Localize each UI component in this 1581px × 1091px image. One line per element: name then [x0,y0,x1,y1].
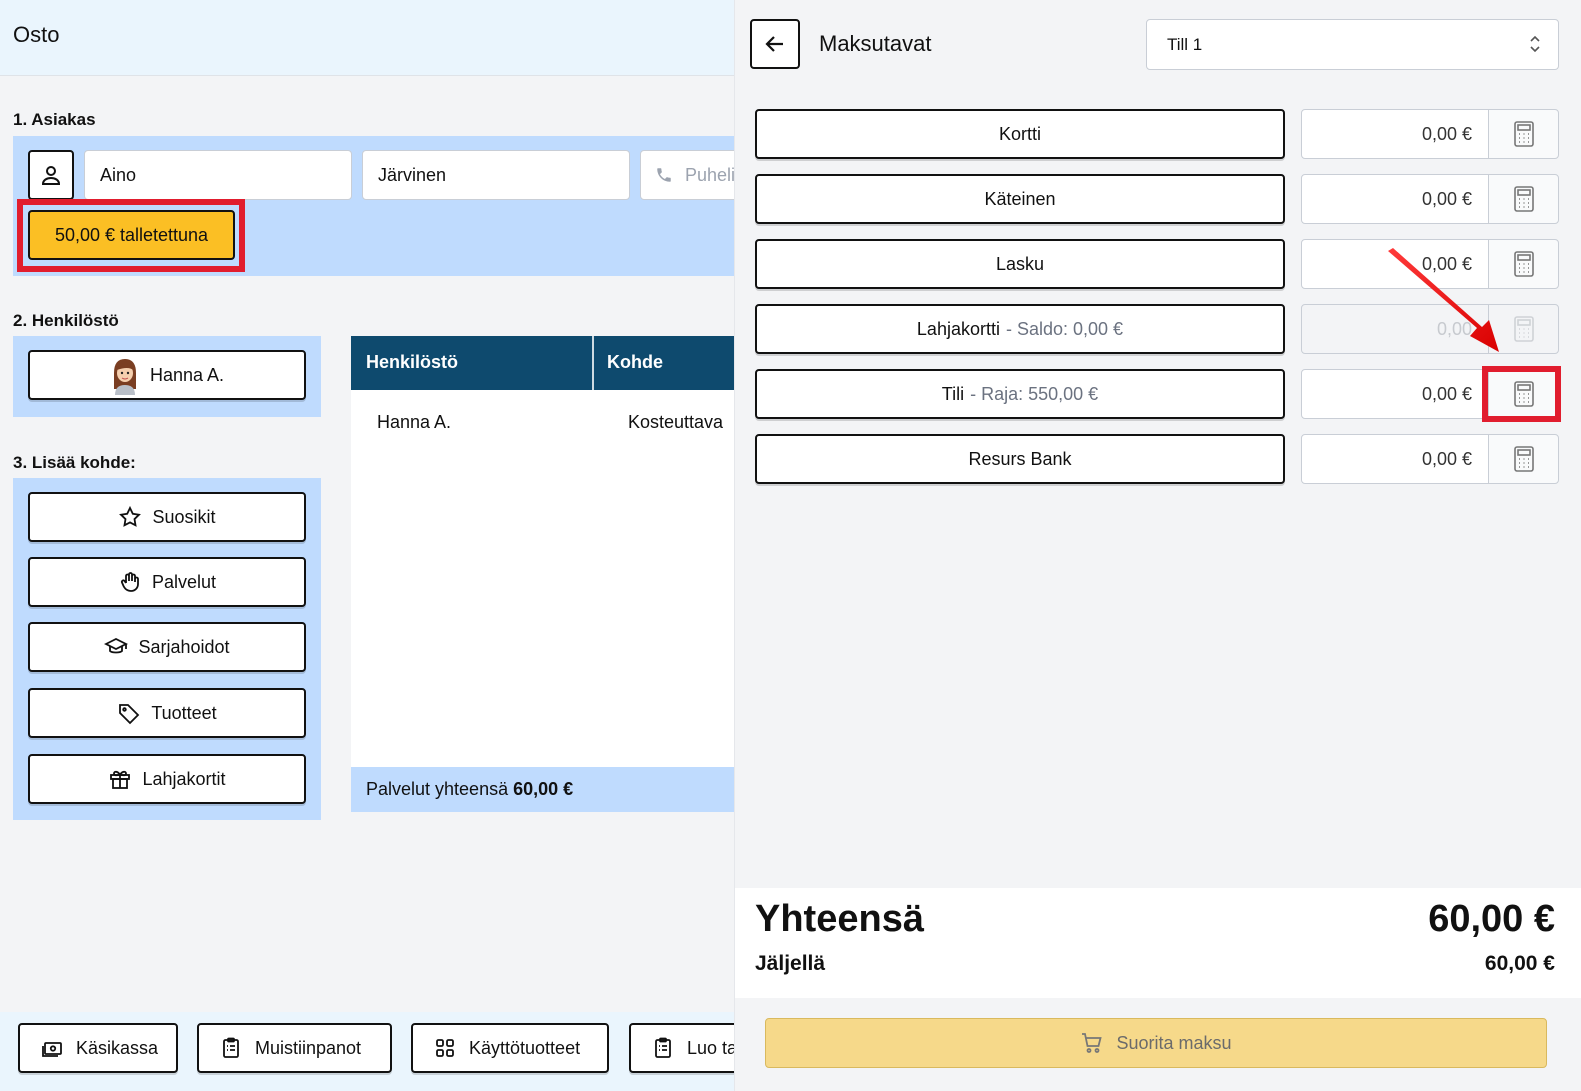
phone-icon [657,168,671,182]
card-calculator-button[interactable] [1488,109,1559,159]
account-limit: - Raja: 550,00 € [970,383,1099,404]
remaining-label: Jäljellä [755,952,826,975]
tag-icon [119,704,140,725]
graduation-cap-icon [104,637,129,654]
cash-icon [42,1042,62,1057]
payment-methods-panel: Maksutavat Till 1 Kortti 0,00 € Käteinen… [734,0,1581,1091]
calculator-icon [1513,446,1534,472]
card-amount-field[interactable]: 0,00 € [1301,109,1489,159]
column-divider [592,336,594,390]
payment-method-account-button[interactable]: Tili - Raja: 550,00 € [755,369,1285,419]
till-select-value: Till 1 [1167,35,1203,54]
calculator-icon [1513,316,1534,342]
payment-method-gift-card-button[interactable]: Lahjakortti - Saldo: 0,00 € [755,304,1285,354]
notes-button[interactable]: Muistiinpanot [197,1023,392,1073]
table-footer: Palvelut yhteensä 60,00 € [351,767,740,812]
deposit-highlight-box [17,199,245,272]
staff-section-label: 2. Henkilöstö [13,311,119,330]
payment-method-card-button[interactable]: Kortti [755,109,1285,159]
cash-register-button[interactable]: Käsikassa [18,1023,178,1073]
payment-method-cash-button[interactable]: Käteinen [755,174,1285,224]
products-label: Tuotteet [151,702,217,723]
page-title: Osto [13,22,60,47]
clipboard-icon [655,1037,671,1058]
user-icon [41,166,61,185]
payment-method-label: Lahjakortti [916,318,1000,339]
account-calculator-highlight-box [1482,366,1561,422]
gift-cards-label: Lahjakortit [142,768,226,789]
gift-icon [110,770,131,789]
staff-select-button[interactable]: Hanna A. [28,350,306,400]
payment-method-label: Tili [941,383,965,404]
till-select[interactable]: Till 1 [1146,19,1559,70]
grid-icon [436,1039,454,1057]
notes-label: Muistiinpanot [255,1037,362,1058]
table-cell-target: Kosteuttava [628,412,724,432]
hand-icon [120,572,139,592]
series-treatments-button[interactable]: Sarjahoidot [28,622,306,672]
services-button[interactable]: Palvelut [28,557,306,607]
back-button[interactable] [750,19,800,69]
last-name-field[interactable]: Järvinen [362,150,630,200]
phone-placeholder: Puhelin [685,165,740,185]
staff-name-label: Hanna A. [149,364,225,385]
payment-method-label: Lasku [995,253,1045,274]
phone-field[interactable]: Puhelin [640,150,740,200]
calculator-icon [1513,251,1534,277]
column-header-target: Kohde [607,352,663,372]
payment-method-label: Käteinen [984,188,1056,209]
services-label: Palvelut [151,571,217,592]
create-label: Luo ta [687,1037,738,1058]
totals-summary: Yhteensä 60,00 € Jäljellä 60,00 € [735,888,1581,998]
add-target-section-label: 3. Lisää kohde: [13,453,136,472]
first-name-field[interactable]: Aino [84,150,352,200]
services-total-value: 60,00 € [513,779,574,799]
resurs-bank-calculator-button[interactable] [1488,434,1559,484]
resurs-bank-amount-field[interactable]: 0,00 € [1301,434,1489,484]
customer-section-label: 1. Asiakas [13,110,96,129]
calculator-icon [1513,186,1534,212]
chevron-up-down-icon [1530,35,1540,53]
staff-avatar [113,359,136,395]
total-label: Yhteensä [755,898,924,940]
cash-register-label: Käsikassa [76,1037,159,1058]
series-treatments-label: Sarjahoidot [138,636,230,657]
gift-card-balance: - Saldo: 0,00 € [1005,318,1124,339]
column-header-staff: Henkilöstö [366,352,459,372]
purchase-header: Osto [0,0,740,76]
purchase-panel: Osto 1. Asiakas Aino Järvinen Puhelin 50… [0,0,740,1091]
red-arrow-annotation [1388,248,1499,352]
favorites-button[interactable]: Suosikit [28,492,306,542]
consumables-label: Käyttötuotteet [469,1037,581,1058]
payment-methods-title: Maksutavat [819,31,932,56]
payment-method-resurs-bank-button[interactable]: Resurs Bank [755,434,1285,484]
payment-method-invoice-button[interactable]: Lasku [755,239,1285,289]
account-amount-field[interactable]: 0,00 € [1301,369,1489,419]
complete-payment-button[interactable]: Suorita maksu [765,1018,1547,1068]
cash-amount-field[interactable]: 0,00 € [1301,174,1489,224]
star-icon [119,505,142,527]
payment-method-label: Kortti [998,123,1041,144]
cash-calculator-button[interactable] [1488,174,1559,224]
create-button[interactable]: Luo ta [629,1023,740,1073]
table-header: Henkilöstö Kohde [351,336,740,390]
arrow-left-icon [765,36,783,52]
products-button[interactable]: Tuotteet [28,688,306,738]
services-total-label: Palvelut yhteensä [366,779,509,799]
gift-cards-button[interactable]: Lahjakortit [28,754,306,804]
table-cell-staff: Hanna A. [377,412,452,432]
services-table: Henkilöstö Kohde Hanna A. Kosteuttava Pa… [351,336,740,812]
shopping-cart-icon [1082,1033,1103,1053]
customer-lookup-button[interactable] [28,150,74,200]
complete-payment-label: Suorita maksu [1116,1032,1232,1053]
clipboard-icon [223,1037,239,1058]
total-value: 60,00 € [1428,898,1555,940]
favorites-label: Suosikit [152,506,216,527]
payment-method-label: Resurs Bank [968,448,1072,469]
consumables-button[interactable]: Käyttötuotteet [411,1023,609,1073]
remaining-value: 60,00 € [1484,952,1555,975]
calculator-icon [1513,121,1534,147]
